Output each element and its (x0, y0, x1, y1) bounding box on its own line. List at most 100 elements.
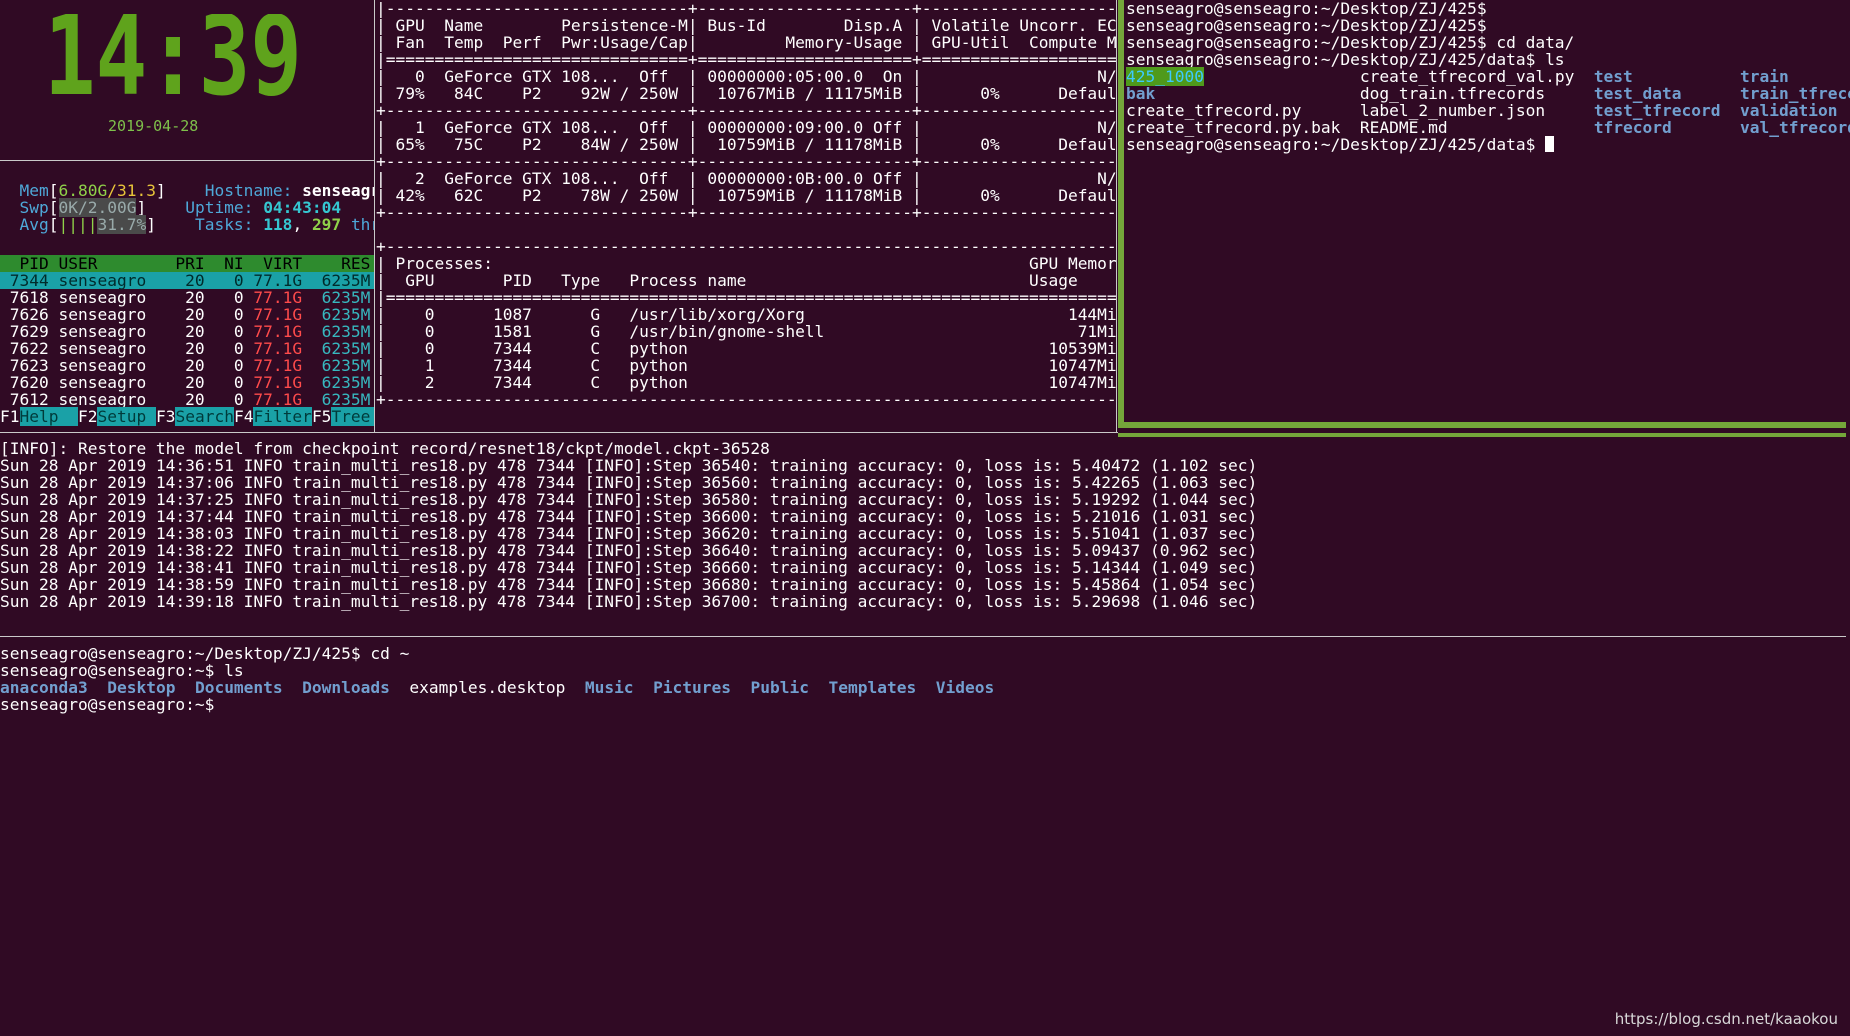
nvidia-smi-line: | Processes: GPU Memory | (376, 254, 1116, 273)
nvidia-smi-line: | 1 GeForce GTX 108... Off | 00000000:09… (376, 118, 1116, 137)
ls-line: create_tfrecord.py label_2_number.json t… (1126, 102, 1850, 119)
divider-vertical-left (374, 0, 375, 432)
log-line: Sun 28 Apr 2019 14:38:41 INFO train_mult… (0, 558, 1258, 577)
terminal-line: senseagro@senseagro:~/Desktop/ZJ/425/dat… (1126, 50, 1565, 69)
training-log: [INFO]: Restore the model from checkpoin… (0, 440, 1850, 612)
function-key-label[interactable]: Search (175, 407, 234, 426)
htop-stats: Mem[6.80G/31.3] Hostname: senseagro Swp[… (0, 182, 374, 242)
ls-gap (809, 678, 829, 697)
ls-line: create_tfrecord.py.bak README.md tfrecor… (1126, 119, 1850, 136)
terminal-line: senseagro@senseagro:~/Desktop/ZJ/425$ cd… (1126, 33, 1575, 52)
function-key-label[interactable]: Setup (97, 407, 156, 426)
ls-gap (634, 678, 654, 697)
function-key-label[interactable]: Tree (331, 407, 374, 426)
log-line: Sun 28 Apr 2019 14:37:25 INFO train_mult… (0, 490, 1258, 509)
nvidia-smi-line: |=======================================… (376, 288, 1116, 307)
watermark-url: https://blog.csdn.net/kaaokou (1614, 1010, 1838, 1028)
function-key-label[interactable]: Help (19, 407, 78, 426)
function-key-f4[interactable]: F4 (234, 407, 254, 426)
clock-date: 2019-04-28 (108, 117, 199, 135)
ls-line: 425_1000 create_tfrecord_val.py test tra… (1126, 67, 1850, 86)
focused-pane-border-left (1118, 0, 1124, 428)
divider-horizontal-top (0, 432, 1118, 433)
nvidia-smi-line: +---------------------------------------… (376, 390, 1116, 409)
nvidia-smi-line: | 2 7344 C python 10747MiB | (376, 373, 1116, 392)
bottom-terminal[interactable]: senseagro@senseagro:~/Desktop/ZJ/425$ cd… (0, 645, 1850, 725)
nvidia-smi-line (376, 221, 1116, 238)
ls-gap (565, 678, 585, 697)
nvidia-smi-line: | GPU Name Persistence-M| Bus-Id Disp.A … (376, 16, 1116, 35)
function-key-label[interactable]: Filter (253, 407, 312, 426)
ls-entry: Public (750, 678, 810, 697)
log-line: Sun 28 Apr 2019 14:38:22 INFO train_mult… (0, 541, 1258, 560)
function-key-f3[interactable]: F3 (156, 407, 176, 426)
nvidia-smi-line: | 2 GeForce GTX 108... Off | 00000000:0B… (376, 169, 1116, 188)
focused-pane-border-bottom-2 (1118, 433, 1846, 437)
htop-process-row[interactable]: 7620 senseagro 20 0 77.1G 6235M 804M (0, 374, 374, 391)
ls-gap (731, 678, 751, 697)
htop-process-row[interactable]: 7618 senseagro 20 0 77.1G 6235M 804M (0, 289, 374, 306)
ls-gap (390, 678, 410, 697)
function-key-f2[interactable]: F2 (78, 407, 98, 426)
log-line: Sun 28 Apr 2019 14:37:06 INFO train_mult… (0, 473, 1258, 492)
log-line: Sun 28 Apr 2019 14:38:59 INFO train_mult… (0, 575, 1258, 594)
nvidia-smi-line: +-------------------------------+-------… (376, 101, 1116, 120)
log-line: Sun 28 Apr 2019 14:37:44 INFO train_mult… (0, 507, 1258, 526)
ls-line: bak dog_train.tfrecords test_data train_… (1126, 85, 1850, 102)
htop-process-row[interactable]: 7629 senseagro 20 0 77.1G 6235M 804M (0, 323, 374, 340)
ls-entry: val_tfrecord (1740, 118, 1850, 137)
nvidia-smi-output: |-------------------------------+-------… (376, 0, 1116, 432)
nvidia-smi-line: | 79% 84C P2 92W / 250W | 10767MiB / 111… (376, 84, 1116, 103)
nvidia-smi-line: | 65% 75C P2 84W / 250W | 10759MiB / 111… (376, 135, 1116, 154)
htop-rows: 7344 senseagro 20 0 77.1G 6235M 804M 761… (0, 272, 374, 408)
log-line: Sun 28 Apr 2019 14:38:03 INFO train_mult… (0, 524, 1258, 543)
divider-clock (0, 160, 374, 161)
divider-horizontal-bottom (0, 636, 1846, 637)
terminal-prompt[interactable]: senseagro@senseagro:~$ (0, 696, 1850, 713)
log-line: Sun 28 Apr 2019 14:39:18 INFO train_mult… (0, 592, 1258, 611)
nvidia-smi-line: | 0 1581 G /usr/bin/gnome-shell 71MiB | (376, 322, 1116, 341)
ls-entry: tfrecord (1593, 118, 1740, 137)
ls-entry: examples.desktop (409, 678, 566, 697)
clock-pane[interactable]: 14:39 2019-04-28 (0, 0, 374, 160)
nvidia-smi-line: | 0 7344 C python 10539MiB | (376, 339, 1116, 358)
htop-avg-line: Avg[||||31.7%] Tasks: 118, 297 thr; (19, 215, 374, 234)
ls-entry: Videos (935, 678, 995, 697)
clock-time: 14:39 (44, 14, 302, 100)
terminal-line: senseagro@senseagro:~/Desktop/ZJ/425$ (1126, 16, 1487, 35)
htop-process-row[interactable]: 7626 senseagro 20 0 77.1G 6235M 804M (0, 306, 374, 323)
nvidia-smi-line: +-------------------------------+-------… (376, 203, 1116, 222)
function-key-f1[interactable]: F1 (0, 407, 20, 426)
nvidia-smi-line: | Fan Temp Perf Pwr:Usage/Cap| Memory-Us… (376, 33, 1116, 52)
function-key-f5[interactable]: F5 (312, 407, 332, 426)
ls-gap (916, 678, 936, 697)
ls-entry: Templates (828, 678, 917, 697)
nvidia-smi-line: |-------------------------------+-------… (376, 0, 1116, 18)
ls-output: 425_1000 create_tfrecord_val.py test tra… (1126, 67, 1850, 136)
nvidia-smi-line: +-------------------------------+-------… (376, 152, 1116, 171)
ls-entry: Downloads (302, 678, 390, 697)
ls-entry: Pictures (653, 678, 732, 697)
htop-mem-line: Mem[6.80G/31.3] Hostname: senseagro (19, 182, 375, 200)
ls-gap (283, 678, 303, 697)
nvidia-smi-line: +---------------------------------------… (376, 237, 1116, 256)
htop-function-keys: F1Help F2Setup F3SearchF4FilterF5Tree F (0, 407, 374, 426)
terminal-prompt[interactable]: senseagro@senseagro:~/Desktop/ZJ/425/dat… (1126, 136, 1850, 153)
clock-digits: 14:39 (44, 14, 302, 100)
ls-output: anaconda3 Desktop Documents Downloads ex… (0, 679, 1850, 696)
htop-process-row[interactable]: 7612 senseagro 20 0 77.1G 6235M 804M (0, 391, 374, 408)
htop-process-row[interactable]: 7344 senseagro 20 0 77.1G 6235M 804M (0, 272, 374, 289)
htop-swp-line: Swp[0K/2.00G] Uptime: 04:43:04 (19, 198, 342, 217)
terminal-line: senseagro@senseagro:~/Desktop/ZJ/425$ cd… (0, 645, 410, 663)
nvidia-smi-line: | 0 1087 G /usr/lib/xorg/Xorg 144MiB | (376, 305, 1116, 324)
nvidia-smi-line: | 0 GeForce GTX 108... Off | 00000000:05… (376, 67, 1116, 86)
htop-process-row[interactable]: 7622 senseagro 20 0 77.1G 6235M 804M (0, 340, 374, 357)
htop-header[interactable]: PID USER PRI NI VIRT RES SHR (0, 255, 374, 272)
log-line: Sun 28 Apr 2019 14:36:51 INFO train_mult… (0, 456, 1258, 475)
htop-process-row[interactable]: 7623 senseagro 20 0 77.1G 6235M 804M (0, 357, 374, 374)
nvidia-smi-line: | 42% 62C P2 78W / 250W | 10759MiB / 111… (376, 186, 1116, 205)
right-terminal[interactable]: senseagro@senseagro:~/Desktop/ZJ/425$ sen… (1126, 0, 1850, 432)
ls-entry: Music (584, 678, 634, 697)
htop-process-table[interactable]: PID USER PRI NI VIRT RES SHR 7344 sensea… (0, 255, 374, 428)
terminal-line: senseagro@senseagro:~$ ls (0, 661, 244, 680)
